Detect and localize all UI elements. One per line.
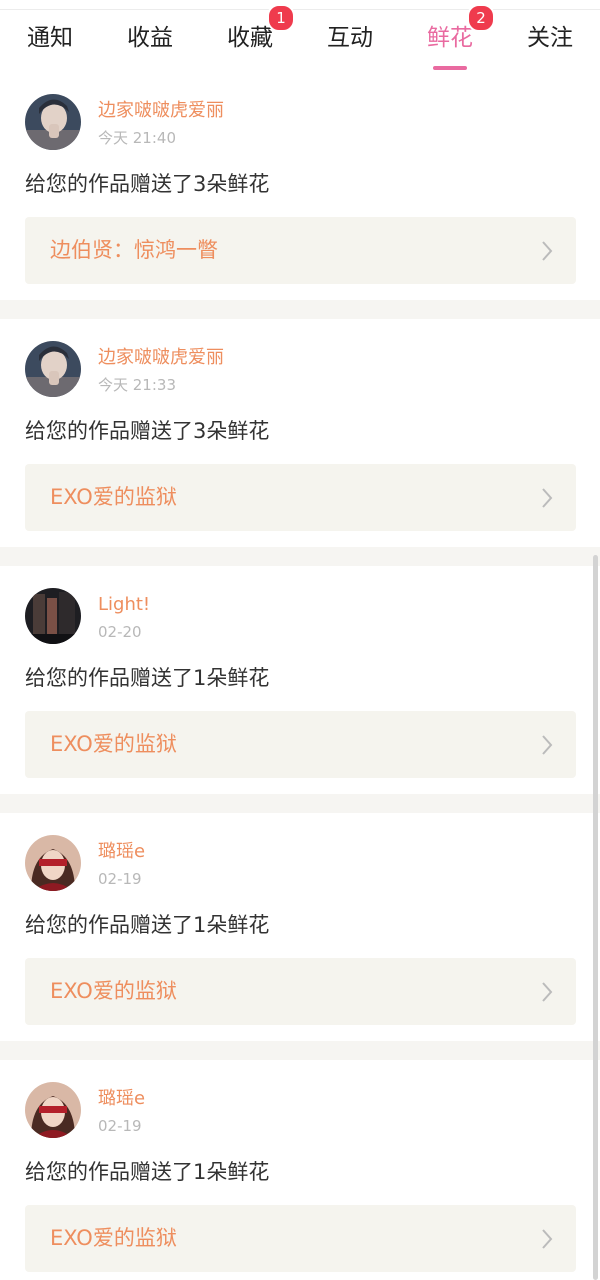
tab-notice[interactable]: 通知	[0, 10, 100, 72]
work-title: EXO爱的监狱	[50, 485, 177, 509]
notification-card: 边家啵啵虎爱丽 今天 21:33 给您的作品赠送了3朵鲜花 EXO爱的监狱	[0, 319, 600, 547]
tab-label: 收益	[127, 25, 173, 51]
avatar[interactable]	[25, 588, 81, 644]
work-link[interactable]: EXO爱的监狱	[25, 1205, 576, 1272]
tab-interaction[interactable]: 互动	[300, 10, 400, 72]
avatar[interactable]	[25, 1082, 81, 1138]
work-link[interactable]: 边伯贤：惊鸿一瞥	[25, 217, 576, 284]
username[interactable]: 边家啵啵虎爱丽	[98, 98, 224, 124]
work-link[interactable]: EXO爱的监狱	[25, 711, 576, 778]
username[interactable]: 璐瑶e	[98, 839, 145, 865]
notification-card: Light! 02-20 给您的作品赠送了1朵鲜花 EXO爱的监狱	[0, 566, 600, 794]
scrollbar[interactable]	[593, 555, 598, 1280]
notification-card: 璐瑶e 02-19 给您的作品赠送了1朵鲜花 EXO爱的监狱	[0, 813, 600, 1041]
timestamp: 今天 21:33	[98, 376, 176, 394]
tab-label: 收藏	[227, 25, 273, 51]
work-link[interactable]: EXO爱的监狱	[25, 464, 576, 531]
message-text: 给您的作品赠送了1朵鲜花	[25, 913, 270, 937]
timestamp: 02-19	[98, 870, 142, 888]
chevron-right-icon	[542, 488, 553, 508]
active-tab-indicator	[433, 66, 467, 70]
chevron-right-icon	[542, 982, 553, 1002]
status-divider	[0, 0, 600, 10]
timestamp: 02-19	[98, 1117, 142, 1135]
notification-card: 边家啵啵虎爱丽 今天 21:40 给您的作品赠送了3朵鲜花 边伯贤：惊鸿一瞥	[0, 72, 600, 300]
chevron-right-icon	[542, 735, 553, 755]
notification-card: 璐瑶e 02-19 给您的作品赠送了1朵鲜花 EXO爱的监狱	[0, 1060, 600, 1280]
work-title: EXO爱的监狱	[50, 979, 177, 1003]
avatar[interactable]	[25, 94, 81, 150]
chevron-right-icon	[542, 1229, 553, 1249]
unread-badge: 2	[467, 4, 495, 32]
tab-label: 互动	[327, 25, 373, 51]
message-text: 给您的作品赠送了3朵鲜花	[25, 419, 270, 443]
card-separator	[0, 300, 600, 319]
tab-earnings[interactable]: 收益	[100, 10, 200, 72]
tab-label: 通知	[27, 25, 73, 51]
timestamp: 02-20	[98, 623, 142, 641]
flower-notifications-page: 通知 收益 收藏 1 互动 鲜花 2 关注 边家啵啵虎爱丽 今天 21:40 给…	[0, 0, 600, 1280]
work-title: 边伯贤：惊鸿一瞥	[50, 238, 218, 262]
work-title: EXO爱的监狱	[50, 732, 177, 756]
tab-following[interactable]: 关注	[500, 10, 600, 72]
username[interactable]: 璐瑶e	[98, 1086, 145, 1112]
work-title: EXO爱的监狱	[50, 1226, 177, 1250]
avatar[interactable]	[25, 341, 81, 397]
message-text: 给您的作品赠送了1朵鲜花	[25, 666, 270, 690]
tab-label: 关注	[527, 25, 573, 51]
card-separator	[0, 1041, 600, 1060]
card-separator	[0, 547, 600, 566]
work-link[interactable]: EXO爱的监狱	[25, 958, 576, 1025]
tab-favorites[interactable]: 收藏 1	[200, 4, 300, 72]
username[interactable]: 边家啵啵虎爱丽	[98, 345, 224, 371]
timestamp: 今天 21:40	[98, 129, 176, 147]
username[interactable]: Light!	[98, 592, 150, 618]
card-separator	[0, 794, 600, 813]
avatar[interactable]	[25, 835, 81, 891]
message-text: 给您的作品赠送了1朵鲜花	[25, 1160, 270, 1184]
tab-label: 鲜花	[427, 25, 473, 51]
unread-badge: 1	[267, 4, 295, 32]
chevron-right-icon	[542, 241, 553, 261]
message-text: 给您的作品赠送了3朵鲜花	[25, 172, 270, 196]
tab-bar: 通知 收益 收藏 1 互动 鲜花 2 关注	[0, 4, 600, 72]
tab-flowers[interactable]: 鲜花 2	[400, 4, 500, 72]
